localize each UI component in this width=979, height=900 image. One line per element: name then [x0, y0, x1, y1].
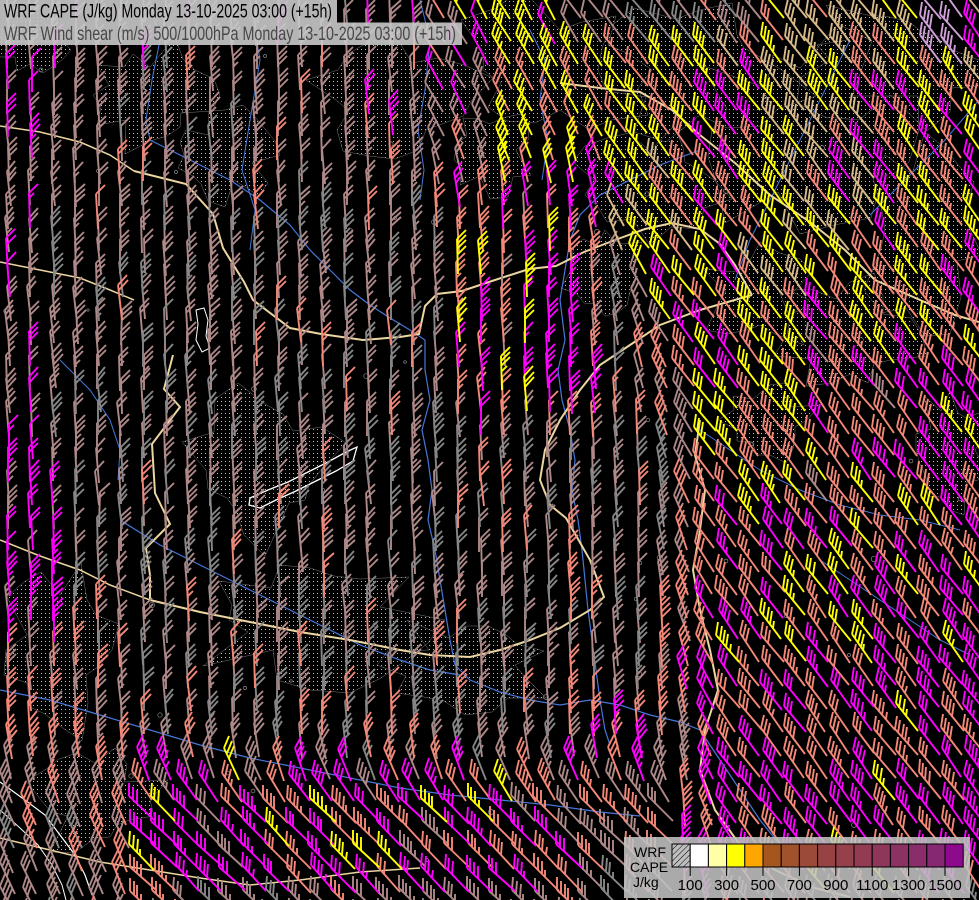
svg-text:100: 100 — [678, 877, 703, 894]
svg-text:WRF: WRF — [634, 844, 666, 860]
svg-text:500: 500 — [750, 877, 775, 894]
svg-text:J/kg: J/kg — [633, 874, 659, 890]
svg-text:WRF Wind shear (m/s) 500/1000h: WRF Wind shear (m/s) 500/1000hPa Monday … — [4, 24, 456, 45]
svg-text:WRF CAPE (J/kg) Monday 13-10-2: WRF CAPE (J/kg) Monday 13-10-2025 03:00 … — [4, 2, 332, 23]
svg-text:1100: 1100 — [856, 877, 888, 894]
svg-text:1300: 1300 — [892, 877, 925, 894]
svg-text:CAPE: CAPE — [630, 859, 668, 875]
svg-text:900: 900 — [823, 877, 848, 894]
svg-text:300: 300 — [714, 877, 739, 894]
svg-text:700: 700 — [787, 877, 812, 894]
svg-text:1500: 1500 — [928, 877, 961, 894]
